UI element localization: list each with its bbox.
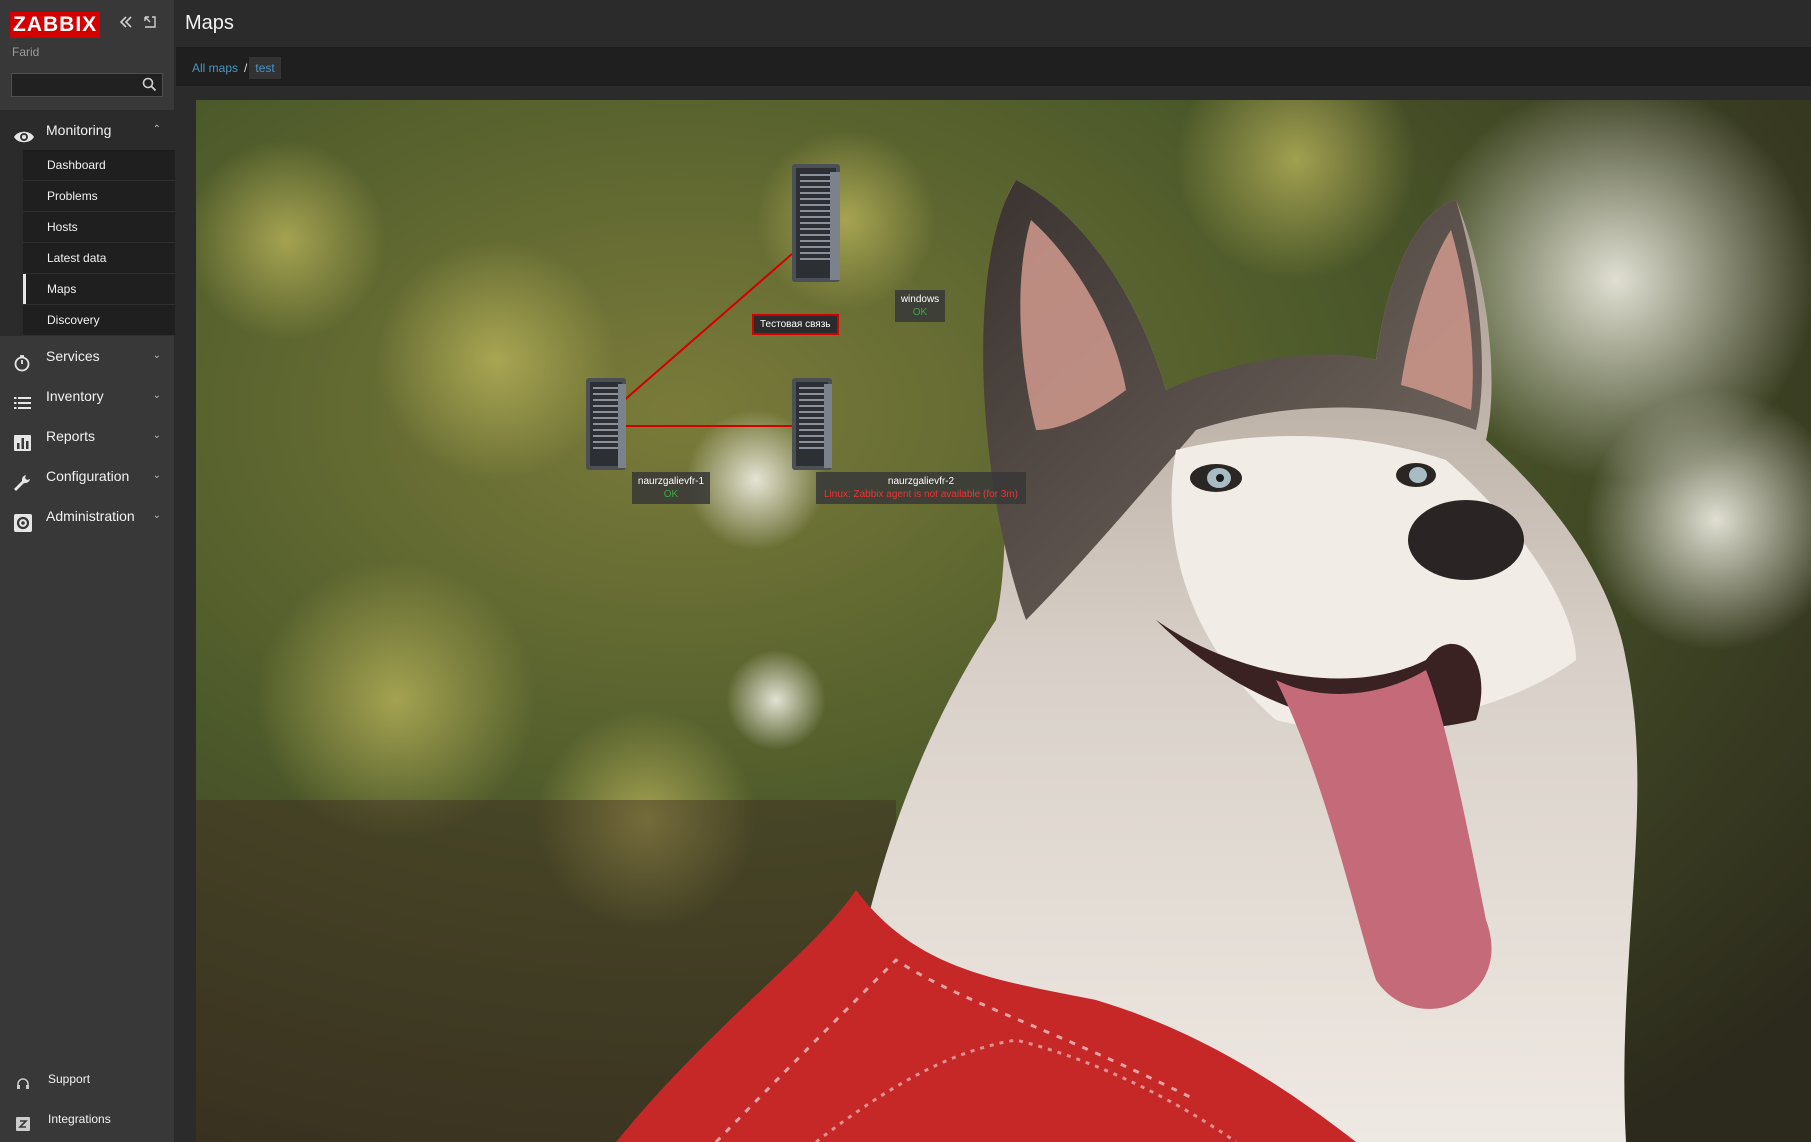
menu-services[interactable]: Services ⌄ [0, 336, 175, 376]
host-label-naurzgalievfr-1[interactable]: naurzgalievfr-1 OK [632, 472, 710, 504]
host-name: windows [900, 294, 940, 305]
submenu-item-hosts[interactable]: Hosts [23, 212, 175, 243]
chevron-down-icon: ⌄ [152, 350, 161, 361]
menu-label: Reports [46, 428, 96, 444]
sidebar: ZABBIX Farid Monitoring ⌃ Dashboard Prob… [0, 0, 175, 1142]
server-icon[interactable] [586, 378, 626, 470]
page-title: Maps [185, 12, 234, 34]
submenu-item-problems[interactable]: Problems [23, 181, 175, 212]
map-link-line[interactable] [605, 253, 793, 417]
host-name: naurzgalievfr-2 [887, 476, 955, 487]
bar-chart-icon [13, 427, 33, 451]
host-label-windows[interactable]: windows OK [895, 290, 945, 322]
zabbix-logo[interactable]: ZABBIX [10, 12, 101, 38]
submenu-item-dashboard[interactable]: Dashboard [23, 150, 175, 181]
server-icon[interactable] [792, 378, 832, 470]
page-header: Maps [176, 0, 1811, 48]
breadcrumb-separator: / [244, 61, 248, 75]
menu-label: Services [46, 348, 100, 364]
main-menu: Monitoring ⌃ Dashboard Problems Hosts La… [0, 110, 175, 536]
eye-icon [13, 121, 34, 143]
wrench-icon [13, 467, 33, 491]
menu-reports[interactable]: Reports ⌄ [0, 416, 175, 456]
breadcrumb-current-map[interactable]: test [249, 57, 281, 79]
username: Farid [12, 45, 40, 59]
map-links-layer [586, 164, 840, 470]
zabbix-z-icon [16, 1112, 30, 1131]
submenu-item-maps[interactable]: Maps [23, 274, 175, 305]
chevron-down-icon: ⌄ [152, 510, 161, 521]
monitoring-submenu: Dashboard Problems Hosts Latest data Map… [0, 150, 175, 336]
host-status: OK [912, 307, 928, 318]
stopwatch-icon [13, 347, 33, 372]
fullscreen-icon[interactable] [140, 13, 160, 35]
menu-inventory[interactable]: Inventory ⌄ [0, 376, 175, 416]
host-label-naurzgalievfr-2[interactable]: naurzgalievfr-2 Linux: Zabbix agent is n… [816, 472, 1026, 504]
chevron-down-icon: ⌄ [152, 390, 161, 401]
search-box [11, 73, 163, 97]
support-link[interactable]: Support [0, 1064, 175, 1094]
breadcrumb-bar: All maps / test [176, 48, 1811, 86]
list-icon [13, 387, 33, 409]
host-name: naurzgalievfr-1 [637, 476, 705, 487]
search-input[interactable] [12, 74, 138, 96]
headset-icon [16, 1072, 30, 1089]
host-problem-status: Linux: Zabbix agent is not available (fo… [824, 489, 1018, 500]
submenu-item-discovery[interactable]: Discovery [23, 305, 175, 336]
chevron-up-icon: ⌃ [152, 124, 161, 135]
double-chevron-left-icon[interactable] [116, 13, 136, 35]
gear-icon [13, 507, 33, 532]
menu-administration[interactable]: Administration ⌄ [0, 496, 175, 536]
breadcrumb: All maps / test [188, 57, 281, 79]
menu-label: Inventory [46, 388, 104, 404]
zabbix-app: ZABBIX Farid Monitoring ⌃ Dashboard Prob… [0, 0, 1811, 1142]
server-icon[interactable] [792, 164, 840, 282]
host-status: OK [663, 489, 679, 500]
menu-label: Configuration [46, 468, 130, 484]
chevron-down-icon: ⌄ [152, 470, 161, 481]
integrations-label: Integrations [48, 1112, 111, 1126]
menu-label: Monitoring [46, 122, 112, 138]
menu-label: Administration [46, 508, 135, 524]
submenu-item-latest-data[interactable]: Latest data [23, 243, 175, 274]
support-label: Support [48, 1072, 91, 1086]
network-map: Тестовая связь windows OK naurzgalievfr-… [196, 100, 1811, 1142]
integrations-link[interactable]: Integrations [0, 1104, 175, 1134]
menu-configuration[interactable]: Configuration ⌄ [0, 456, 175, 496]
map-link-label[interactable]: Тестовая связь [752, 314, 839, 335]
menu-monitoring[interactable]: Monitoring ⌃ [0, 110, 175, 150]
search-icon[interactable] [142, 77, 157, 97]
chevron-down-icon: ⌄ [152, 430, 161, 441]
breadcrumb-all-maps[interactable]: All maps [188, 57, 242, 79]
